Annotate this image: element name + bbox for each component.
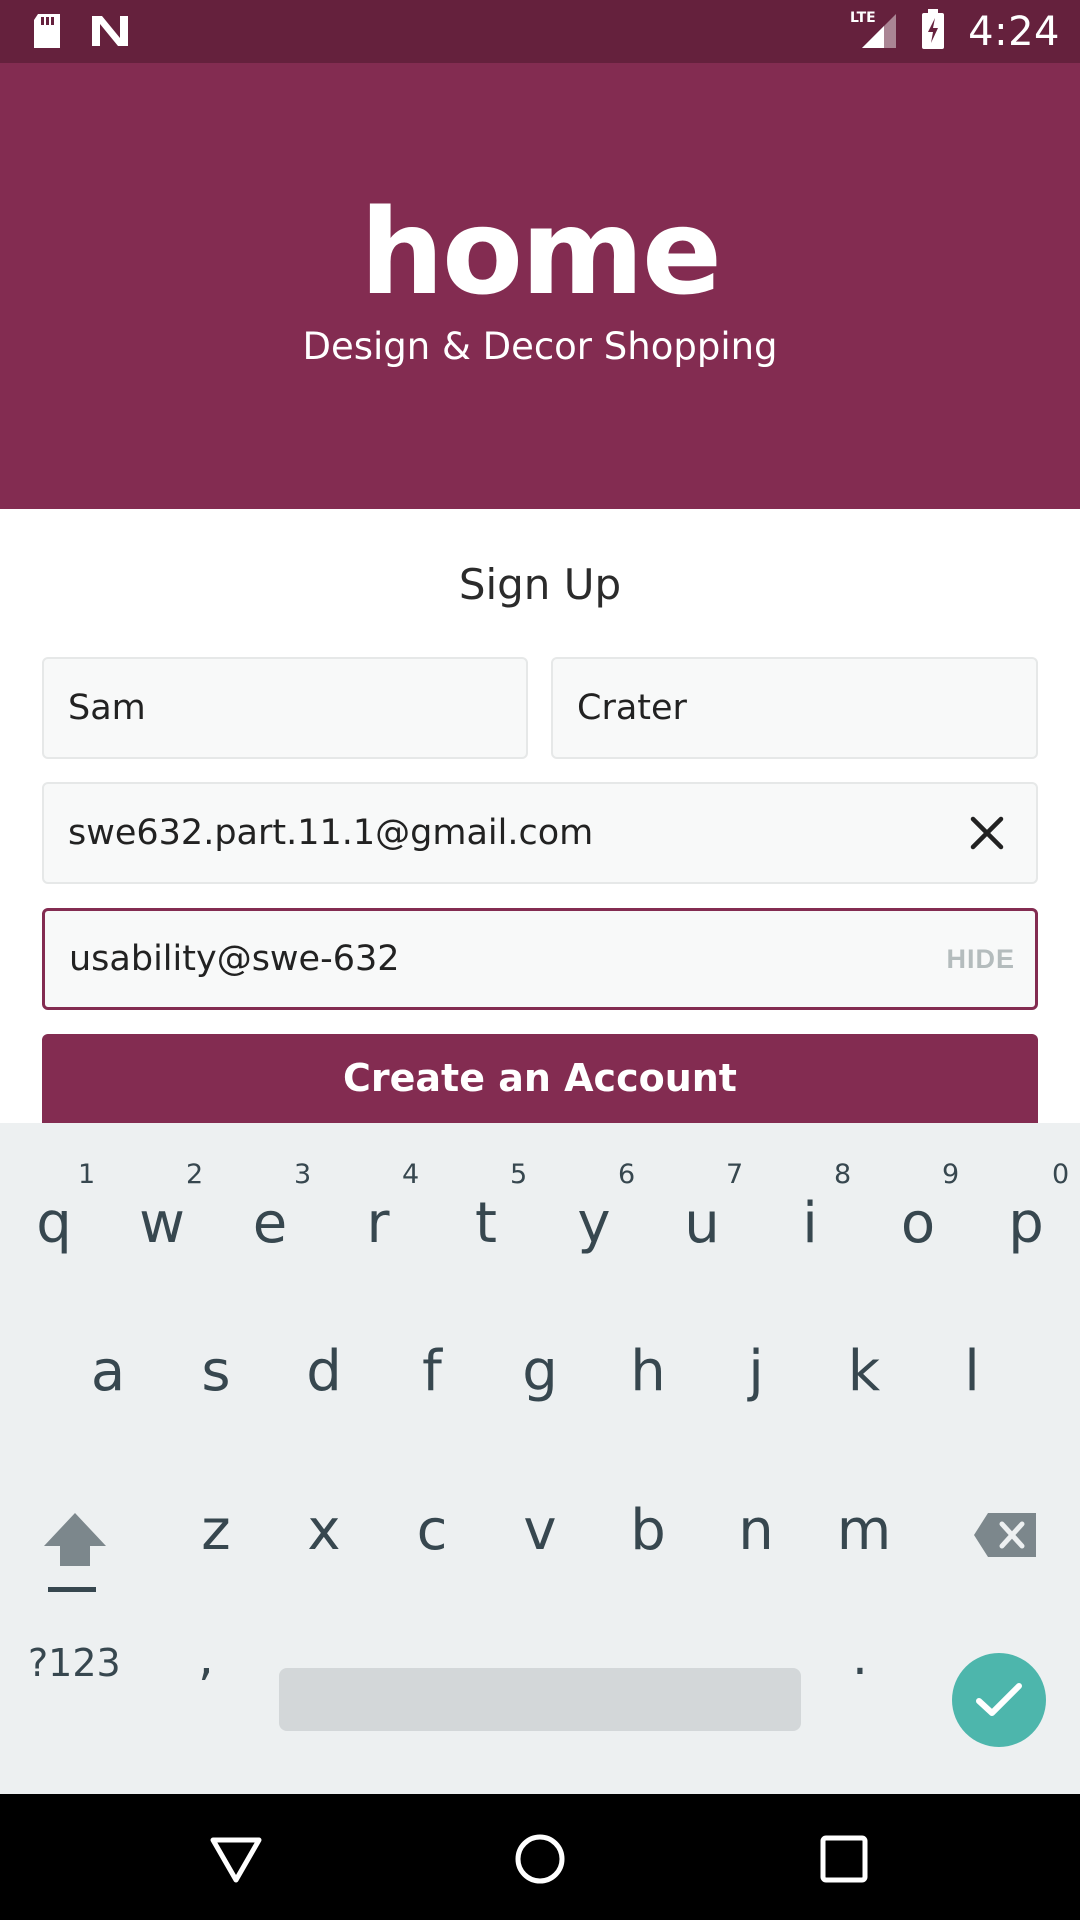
app-header: home Design & Decor Shopping: [0, 63, 1080, 509]
close-icon: [970, 816, 1004, 850]
key-letter: b: [630, 1498, 666, 1563]
key-hint: 4: [402, 1159, 420, 1190]
back-icon: [210, 1837, 262, 1883]
n-notification-icon: [90, 12, 130, 55]
create-account-button[interactable]: Create an Account: [42, 1034, 1038, 1124]
key-letter: k: [847, 1339, 881, 1404]
password-value: usability@swe-632: [69, 939, 400, 979]
key-letter: c: [416, 1498, 448, 1563]
key-hint: 7: [726, 1159, 744, 1190]
key-letter: h: [630, 1339, 666, 1404]
key-k[interactable]: k: [810, 1323, 918, 1423]
sd-card-icon: [30, 12, 64, 55]
key-hint: 6: [618, 1159, 636, 1190]
key-m[interactable]: m: [810, 1488, 918, 1588]
key-letter: l: [964, 1339, 980, 1404]
key-hint: 0: [1052, 1159, 1070, 1190]
home-button[interactable]: [513, 1832, 567, 1886]
key-i[interactable]: 8i: [756, 1159, 864, 1263]
key-p[interactable]: 0p: [972, 1159, 1080, 1263]
recents-icon: [820, 1835, 868, 1883]
soft-keyboard: 1q 2w 3e 4r 5t 6y 7u 8i 9o 0p a s d f g …: [0, 1123, 1080, 1794]
key-letter: m: [836, 1498, 892, 1563]
clear-email-button[interactable]: [960, 806, 1014, 860]
form-title: Sign Up: [458, 560, 622, 609]
first-name-value: Sam: [68, 688, 146, 728]
last-name-value: Crater: [577, 688, 687, 728]
key-v[interactable]: v: [486, 1488, 594, 1588]
key-z[interactable]: z: [162, 1488, 270, 1588]
shift-arrow-icon: [44, 1513, 106, 1592]
backspace-key[interactable]: [972, 1511, 1038, 1559]
done-key[interactable]: [952, 1653, 1046, 1747]
last-name-field[interactable]: Crater: [551, 657, 1038, 759]
key-b[interactable]: b: [594, 1488, 702, 1588]
key-hint: 8: [834, 1159, 852, 1190]
key-a[interactable]: a: [54, 1323, 162, 1423]
key-h[interactable]: h: [594, 1323, 702, 1423]
key-s[interactable]: s: [162, 1323, 270, 1423]
key-g[interactable]: g: [486, 1323, 594, 1423]
key-letter: d: [306, 1339, 342, 1404]
key-letter: f: [422, 1339, 442, 1404]
key-x[interactable]: x: [270, 1488, 378, 1588]
key-letter: g: [522, 1339, 558, 1404]
key-hint: 9: [942, 1159, 960, 1190]
key-j[interactable]: j: [702, 1323, 810, 1423]
key-letter: s: [201, 1339, 231, 1404]
back-button[interactable]: [209, 1832, 263, 1886]
home-icon: [515, 1834, 565, 1884]
key-letter: j: [748, 1339, 764, 1404]
lte-signal-icon: LTE: [850, 8, 898, 55]
period-key[interactable]: .: [852, 1628, 868, 1686]
key-hint: 1: [78, 1159, 96, 1190]
key-e[interactable]: 3e: [216, 1159, 324, 1263]
key-hint: 3: [294, 1159, 312, 1190]
key-w[interactable]: 2w: [108, 1159, 216, 1263]
key-letter: n: [738, 1498, 774, 1563]
status-time: 4:24: [968, 8, 1060, 55]
recents-button[interactable]: [817, 1832, 871, 1886]
key-d[interactable]: d: [270, 1323, 378, 1423]
key-f[interactable]: f: [378, 1323, 486, 1423]
key-letter: x: [307, 1498, 341, 1563]
password-field[interactable]: usability@swe-632 HIDE: [42, 908, 1038, 1010]
first-name-field[interactable]: Sam: [42, 657, 528, 759]
app-tagline: Design & Decor Shopping: [302, 325, 778, 368]
app-logo: home: [359, 183, 722, 321]
space-key[interactable]: [279, 1668, 801, 1731]
hide-password-button[interactable]: HIDE: [946, 911, 1015, 1007]
key-u[interactable]: 7u: [648, 1159, 756, 1263]
email-value: swe632.part.11.1@gmail.com: [68, 813, 594, 853]
backspace-icon: [974, 1513, 1036, 1557]
key-letter: z: [201, 1498, 231, 1563]
key-t[interactable]: 5t: [432, 1159, 540, 1263]
svg-text:LTE: LTE: [850, 10, 876, 26]
key-c[interactable]: c: [378, 1488, 486, 1588]
navigation-bar: [0, 1794, 1080, 1920]
comma-key[interactable]: ,: [198, 1628, 214, 1686]
status-bar: LTE 4:24: [0, 0, 1080, 63]
symbols-key[interactable]: ?123: [28, 1641, 121, 1685]
shift-key[interactable]: [40, 1508, 110, 1593]
key-letter: v: [523, 1498, 557, 1563]
email-field[interactable]: swe632.part.11.1@gmail.com: [42, 782, 1038, 884]
key-letter: a: [90, 1339, 126, 1404]
key-l[interactable]: l: [918, 1323, 1026, 1423]
key-hint: 2: [186, 1159, 204, 1190]
key-y[interactable]: 6y: [540, 1159, 648, 1263]
check-icon: [976, 1683, 1022, 1716]
key-hint: 5: [510, 1159, 528, 1190]
key-n[interactable]: n: [702, 1488, 810, 1588]
battery-charging-icon: [920, 9, 946, 54]
key-o[interactable]: 9o: [864, 1159, 972, 1263]
key-r[interactable]: 4r: [324, 1159, 432, 1263]
key-q[interactable]: 1q: [0, 1159, 108, 1263]
